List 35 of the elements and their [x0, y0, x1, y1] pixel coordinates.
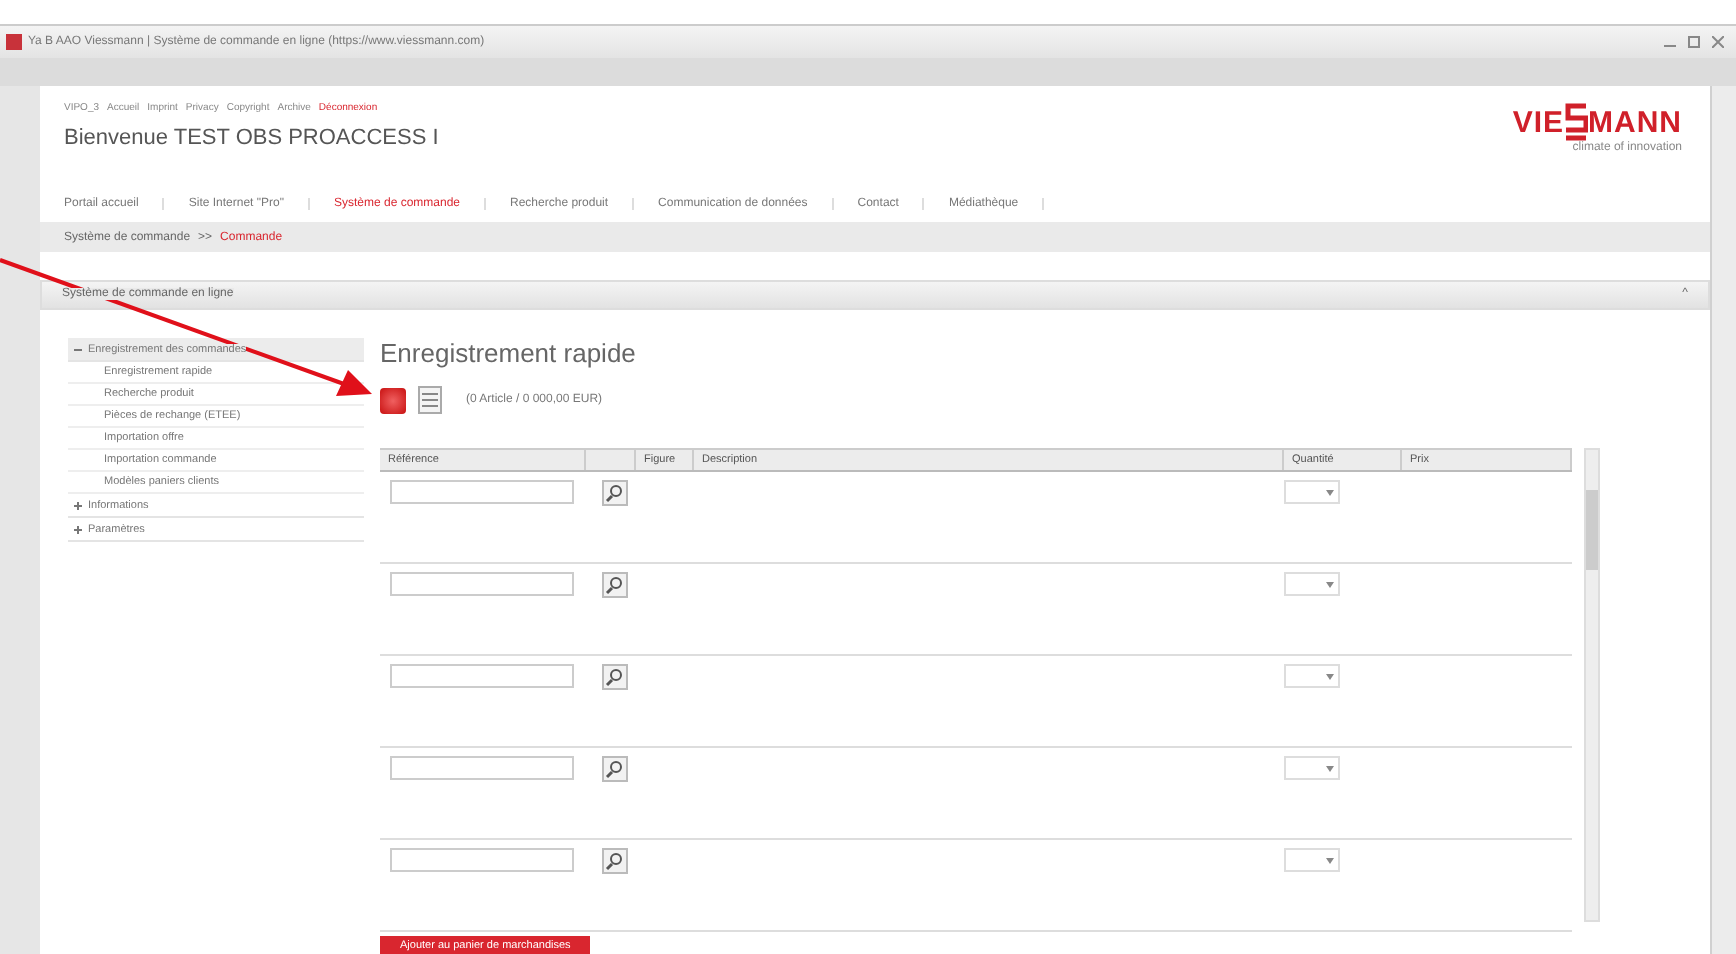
search-icon[interactable]	[602, 572, 628, 598]
close-icon[interactable]	[1712, 36, 1724, 48]
quantity-field[interactable]	[1284, 664, 1340, 688]
reference-field[interactable]	[390, 480, 574, 504]
maximize-icon[interactable]	[1688, 36, 1700, 48]
dropdown-arrow-icon	[1326, 673, 1334, 679]
logo-text: MANN	[1588, 105, 1682, 139]
reference-field[interactable]	[390, 664, 574, 688]
quantity-field[interactable]	[1284, 756, 1340, 780]
reference-field[interactable]	[390, 572, 574, 596]
minus-icon	[74, 345, 82, 353]
reference-field[interactable]	[390, 848, 574, 872]
app-icon	[6, 34, 22, 50]
plus-icon	[74, 525, 82, 533]
window-scrollbar[interactable]	[1710, 86, 1736, 954]
page-heading: Enregistrement rapide	[380, 338, 638, 368]
logo-mark-icon	[1564, 102, 1588, 142]
dropdown-arrow-icon	[1326, 765, 1334, 771]
welcome-text: Bienvenue TEST OBS PROACCESS I	[64, 126, 439, 150]
quantity-field[interactable]	[1284, 848, 1340, 872]
save-button[interactable]	[380, 387, 406, 413]
search-icon[interactable]	[602, 756, 628, 782]
dropdown-arrow-icon	[1326, 581, 1334, 587]
search-icon[interactable]	[602, 848, 628, 874]
plus-icon	[74, 501, 82, 509]
dropdown-arrow-icon	[1326, 857, 1334, 863]
search-icon[interactable]	[602, 480, 628, 506]
reference-field[interactable]	[390, 756, 574, 780]
quantity-field[interactable]	[1284, 480, 1340, 504]
logo-text: VIE	[1512, 105, 1564, 139]
quantity-field[interactable]	[1284, 572, 1340, 596]
search-icon[interactable]	[602, 664, 628, 690]
scrollbar[interactable]	[1584, 448, 1600, 922]
dropdown-arrow-icon	[1326, 489, 1334, 495]
list-icon[interactable]	[418, 386, 442, 414]
